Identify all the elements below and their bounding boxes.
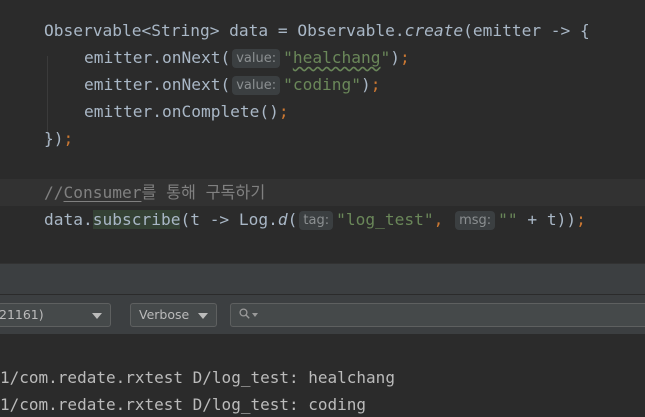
comma: , bbox=[433, 210, 444, 229]
logcat-search[interactable] bbox=[230, 303, 645, 327]
on-complete-call: emitter.onComplete() bbox=[84, 102, 279, 121]
param-hint-value: value: bbox=[232, 76, 281, 95]
close-paren: ) bbox=[390, 48, 401, 67]
code-editor[interactable]: Observable<String> data = Observable.cre… bbox=[0, 0, 645, 263]
comment-consumer: Consumer bbox=[63, 183, 142, 202]
chevron-down-icon bbox=[92, 313, 102, 319]
search-history-icon[interactable] bbox=[252, 313, 258, 317]
string-quote: " bbox=[283, 48, 293, 67]
string-quote: " bbox=[380, 48, 391, 67]
code-line-3[interactable]: emitter.onNext(value: "coding"); bbox=[0, 71, 645, 98]
device-select-label: 21161) bbox=[0, 307, 44, 322]
log-level-label: Verbose bbox=[139, 307, 190, 322]
param-hint-value: value: bbox=[232, 49, 281, 68]
code-line-4[interactable]: emitter.onComplete(); bbox=[0, 98, 645, 125]
subscribe-method: subscribe bbox=[92, 210, 181, 229]
logcat-panel-header bbox=[0, 263, 645, 295]
code-line-1[interactable]: Observable<String> data = Observable.cre… bbox=[0, 17, 645, 44]
code-line-6-current[interactable]: //Consumer를 통해 구독하기 bbox=[0, 179, 645, 206]
create-method: create bbox=[404, 21, 464, 40]
logcat-toolbar: 21161) Verbose bbox=[0, 295, 645, 335]
search-input[interactable] bbox=[261, 306, 641, 324]
lambda-open: (emitter -> { bbox=[463, 21, 590, 40]
param-hint-tag: tag: bbox=[299, 211, 334, 230]
log-d-method: d bbox=[277, 210, 288, 229]
data-ref: data. bbox=[44, 210, 93, 229]
code-line-5[interactable]: }); bbox=[0, 125, 645, 152]
search-icon bbox=[239, 308, 250, 319]
concat-close: + t)) bbox=[517, 210, 577, 229]
string-log-test: "log_test" bbox=[336, 210, 434, 229]
logcat-output[interactable]: 1/com.redate.rxtest D/log_test: healchan… bbox=[0, 363, 645, 417]
type-param: <String> bbox=[141, 21, 220, 40]
on-next-call: emitter.onNext( bbox=[84, 75, 231, 94]
semicolon: ; bbox=[278, 102, 289, 121]
string-empty: "" bbox=[498, 210, 518, 229]
device-select[interactable]: 21161) bbox=[0, 303, 111, 327]
string-healchang: healchang bbox=[292, 48, 381, 67]
param-hint-msg: msg: bbox=[455, 211, 496, 230]
chevron-down-icon bbox=[198, 313, 208, 319]
log-line: 1/com.redate.rxtest D/log_test: coding bbox=[0, 395, 367, 414]
semicolon: ; bbox=[63, 129, 74, 148]
on-next-call: emitter.onNext( bbox=[84, 48, 231, 67]
string-coding: "coding" bbox=[283, 75, 362, 94]
semicolon: ; bbox=[370, 75, 381, 94]
comment-slashes: // bbox=[44, 183, 64, 202]
close-paren: ) bbox=[361, 75, 371, 94]
lambda-close: }) bbox=[44, 129, 64, 148]
variable-declaration: data = Observable. bbox=[219, 21, 405, 40]
comment-text: 를 통해 구독하기 bbox=[141, 183, 266, 202]
log-level-select[interactable]: Verbose bbox=[130, 303, 217, 327]
semicolon: ; bbox=[400, 48, 410, 67]
code-line-2[interactable]: emitter.onNext(value: "healchang"); bbox=[0, 44, 645, 71]
open-paren: ( bbox=[287, 210, 298, 229]
semicolon: ; bbox=[576, 210, 586, 229]
lambda-log: (t -> Log. bbox=[180, 210, 278, 229]
log-line: 1/com.redate.rxtest D/log_test: healchan… bbox=[0, 368, 395, 387]
type-name: Observable bbox=[44, 21, 142, 40]
code-line-7[interactable]: data.subscribe(t -> Log.d(tag: "log_test"… bbox=[0, 206, 645, 233]
